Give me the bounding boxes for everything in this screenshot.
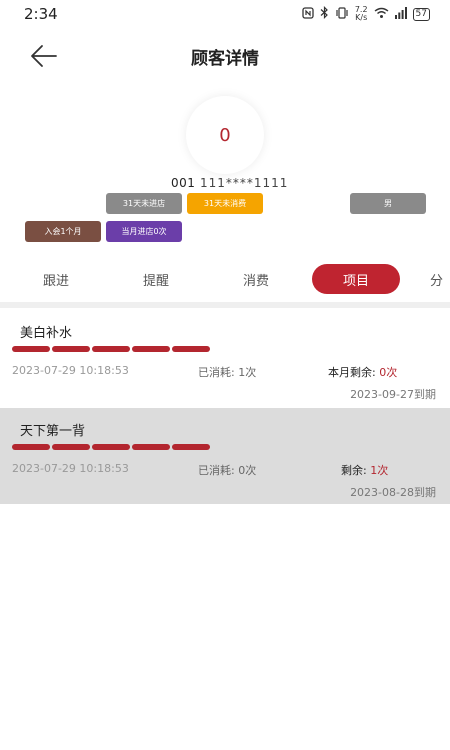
project-date: 2023-07-29 10:18:53 — [12, 462, 129, 475]
project-date: 2023-07-29 10:18:53 — [12, 364, 129, 377]
project-remaining: 本月剩余: 0次 — [328, 364, 397, 380]
progress-segment — [52, 346, 90, 352]
tab-bar: 跟进 提醒 消费 项目 分 — [0, 264, 450, 296]
status-time: 2:34 — [24, 5, 58, 23]
project-card[interactable]: 美白补水 2023-07-29 10:18:53 已消耗: 1次 本月剩余: 0… — [0, 310, 450, 406]
vibrate-icon — [335, 6, 349, 22]
customer-id: 001 — [171, 176, 196, 190]
project-used: 已消耗: 1次 — [198, 364, 256, 380]
used-label: 已消耗: — [198, 366, 239, 379]
remain-label: 本月剩余: — [328, 366, 380, 379]
tab-reminder[interactable]: 提醒 — [126, 264, 186, 294]
used-value: 0次 — [238, 464, 257, 477]
tag-gender: 男 — [350, 193, 426, 214]
signal-icon — [394, 6, 407, 22]
progress-segment — [12, 444, 50, 450]
project-expire-date: 2023-09-27到期 — [350, 388, 436, 401]
progress-segment — [172, 444, 210, 450]
progress-segment — [52, 444, 90, 450]
status-icons: 7.2 K/s 57 — [302, 6, 430, 22]
wifi-icon — [374, 7, 389, 22]
header: 顾客详情 — [0, 34, 450, 78]
tab-project[interactable]: 项目 — [312, 264, 400, 294]
used-value: 1次 — [238, 366, 257, 379]
progress-segment — [132, 346, 170, 352]
project-name: 美白补水 — [20, 326, 73, 341]
progress-segment — [92, 444, 130, 450]
remain-value: 1次 — [370, 464, 389, 477]
progress-segment — [132, 444, 170, 450]
tag-month-visits: 当月进店0次 — [106, 221, 182, 242]
remain-label: 剩余: — [341, 464, 371, 477]
tab-consumption[interactable]: 消费 — [226, 264, 286, 294]
project-used: 已消耗: 0次 — [198, 462, 256, 478]
tag-no-consume: 31天未消费 — [187, 193, 263, 214]
bluetooth-icon — [320, 6, 329, 22]
tab-follow-up[interactable]: 跟进 — [26, 264, 86, 294]
project-progress-bar — [12, 444, 210, 450]
progress-segment — [92, 346, 130, 352]
tab-more[interactable]: 分 — [430, 264, 450, 294]
project-progress-bar — [12, 346, 210, 352]
battery-indicator: 57 — [412, 7, 430, 21]
page-title: 顾客详情 — [191, 49, 259, 69]
project-remaining: 剩余: 1次 — [341, 462, 388, 478]
section-divider — [0, 302, 450, 308]
customer-phone: 111****1111 — [200, 176, 289, 190]
network-speed-unit: K/s — [355, 13, 368, 22]
used-label: 已消耗: — [198, 464, 239, 477]
nfc-icon — [302, 6, 314, 22]
tag-no-visit: 31天未进店 — [106, 193, 182, 214]
project-card[interactable]: 天下第一背 2023-07-29 10:18:53 已消耗: 0次 剩余: 1次… — [0, 408, 450, 504]
project-name: 天下第一背 — [20, 424, 86, 439]
progress-segment — [172, 346, 210, 352]
project-expire-date: 2023-08-28到期 — [350, 486, 436, 499]
progress-segment — [12, 346, 50, 352]
customer-avatar: 0 — [186, 96, 264, 174]
tag-member-duration: 入会1个月 — [25, 221, 101, 242]
network-speed: 7.2 K/s — [355, 6, 368, 22]
status-bar: 2:34 7.2 K/s 57 — [0, 0, 450, 28]
remain-value: 0次 — [379, 366, 398, 379]
avatar-text: 0 — [219, 124, 231, 146]
